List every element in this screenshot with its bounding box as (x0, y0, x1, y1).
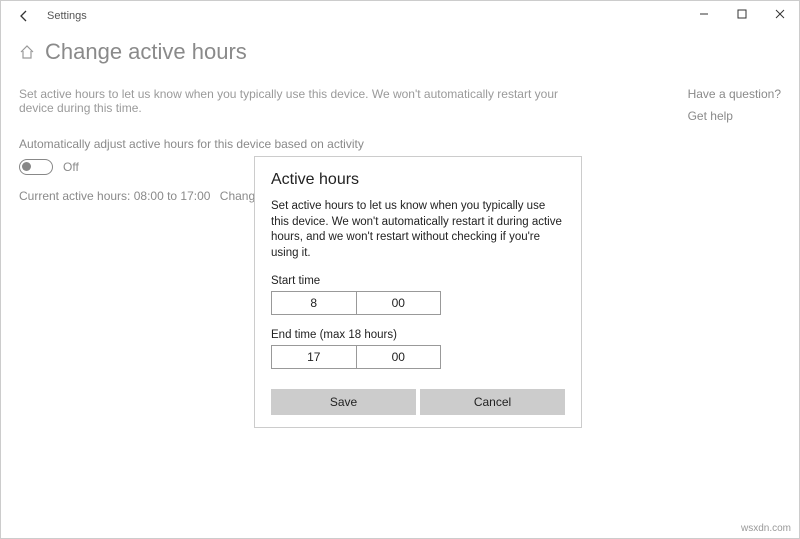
close-button[interactable] (761, 1, 799, 27)
page-description: Set active hours to let us know when you… (19, 87, 559, 115)
toggle-state-label: Off (63, 160, 79, 174)
start-time-picker[interactable]: 8 00 (271, 291, 441, 315)
dialog-title: Active hours (271, 171, 565, 189)
end-hour-cell[interactable]: 17 (272, 346, 356, 368)
end-minute-cell[interactable]: 00 (356, 346, 441, 368)
page-header: Change active hours (19, 39, 781, 65)
auto-adjust-toggle[interactable] (19, 159, 53, 175)
titlebar: Settings (1, 1, 799, 31)
get-help-link[interactable]: Get help (688, 105, 781, 127)
active-hours-dialog: Active hours Set active hours to let us … (254, 156, 582, 428)
maximize-button[interactable] (723, 1, 761, 27)
minimize-button[interactable] (685, 1, 723, 27)
current-value: 08:00 to 17:00 (134, 189, 211, 203)
window-controls (685, 1, 799, 27)
home-icon[interactable] (19, 44, 35, 60)
dialog-buttons: Save Cancel (271, 389, 565, 415)
start-hour-cell[interactable]: 8 (272, 292, 356, 314)
auto-adjust-label: Automatically adjust active hours for th… (19, 137, 781, 151)
page-title: Change active hours (45, 39, 247, 65)
have-question-link[interactable]: Have a question? (688, 83, 781, 105)
start-minute-cell[interactable]: 00 (356, 292, 441, 314)
end-time-label: End time (max 18 hours) (271, 329, 565, 341)
window-title: Settings (47, 10, 87, 22)
save-button[interactable]: Save (271, 389, 416, 415)
current-prefix: Current active hours: (19, 189, 134, 203)
end-time-picker[interactable]: 17 00 (271, 345, 441, 369)
back-button[interactable] (15, 7, 33, 25)
dialog-description: Set active hours to let us know when you… (271, 199, 565, 261)
watermark: wsxdn.com (741, 523, 791, 534)
start-time-label: Start time (271, 275, 565, 287)
cancel-button[interactable]: Cancel (420, 389, 565, 415)
toggle-knob (22, 162, 31, 171)
sidebar-links: Have a question? Get help (688, 83, 781, 127)
